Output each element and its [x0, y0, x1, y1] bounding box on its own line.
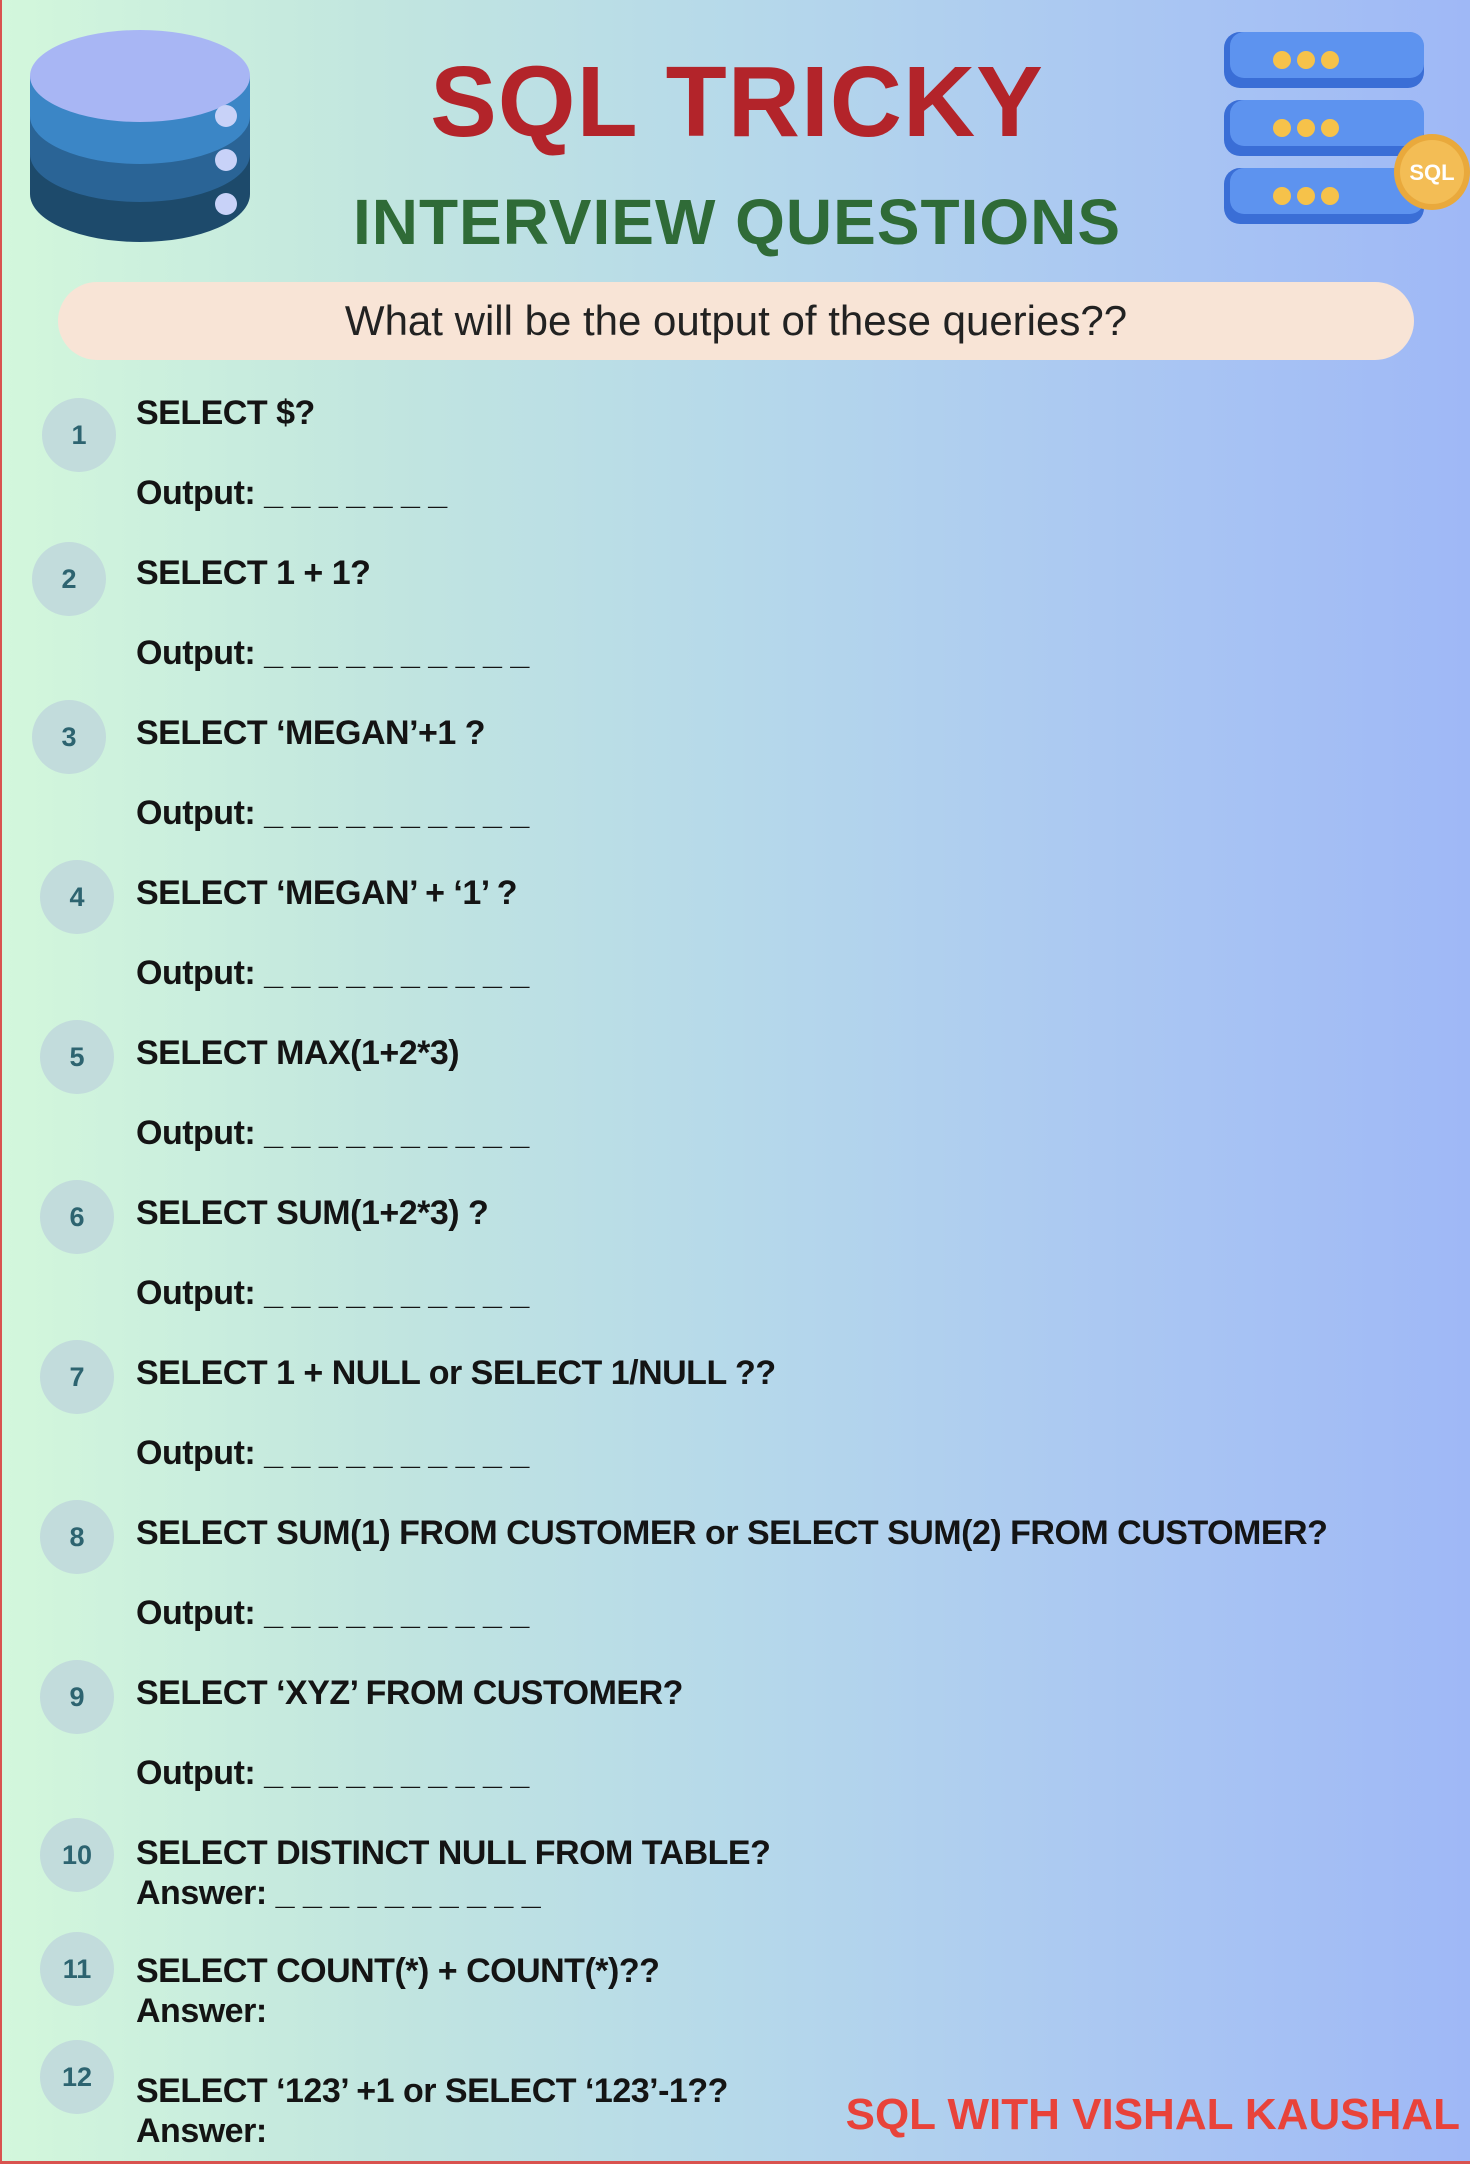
question-number: 9 [40, 1660, 114, 1734]
output-line: Output: _ _ _ _ _ _ _ [136, 474, 447, 512]
output-line: Output: _ _ _ _ _ _ _ _ _ _ [136, 1274, 529, 1312]
question-number: 2 [32, 542, 106, 616]
page-title: SQL TRICKY [430, 46, 1044, 158]
worksheet-page: SQL TRICKY INTERVIEW QUESTIONS SQL What … [0, 0, 1470, 2164]
sql-server-icon: SQL [1224, 32, 1470, 224]
question-query: SELECT DISTINCT NULL FROM TABLE? [136, 1834, 771, 1872]
question-query: SELECT MAX(1+2*3) [136, 1034, 460, 1072]
page-subtitle: INTERVIEW QUESTIONS [352, 186, 1122, 258]
question-number: 5 [40, 1020, 114, 1094]
output-line: Output: _ _ _ _ _ _ _ _ _ _ [136, 1594, 529, 1632]
output-line: Output: _ _ _ _ _ _ _ _ _ _ [136, 954, 529, 992]
question-query: SELECT ‘123’ +1 or SELECT ‘123’-1?? [136, 2072, 728, 2110]
question-number: 4 [40, 860, 114, 934]
question-query: SELECT COUNT(*) + COUNT(*)?? [136, 1952, 660, 1990]
question-query: SELECT ‘MEGAN’+1 ? [136, 714, 486, 752]
output-line: Output: _ _ _ _ _ _ _ _ _ _ [136, 1754, 529, 1792]
question-query: SELECT SUM(1) FROM CUSTOMER or SELECT SU… [136, 1514, 1328, 1552]
question-number: 11 [40, 1932, 114, 2006]
question-query: SELECT 1 + 1? [136, 554, 371, 592]
question-number: 10 [40, 1818, 114, 1892]
output-line: Output: _ _ _ _ _ _ _ _ _ _ [136, 1434, 529, 1472]
question-number: 6 [40, 1180, 114, 1254]
question-query: SELECT ‘MEGAN’ + ‘1’ ? [136, 874, 518, 912]
database-icon [30, 30, 250, 242]
question-query: SELECT $? [136, 394, 315, 432]
sql-badge-text: SQL [1409, 160, 1454, 185]
question-number: 1 [42, 398, 116, 472]
question-query: SELECT SUM(1+2*3) ? [136, 1194, 489, 1232]
answer-line: Answer: _ _ _ _ _ _ _ _ _ _ [136, 1874, 541, 1912]
question-number: 7 [40, 1340, 114, 1414]
question-query: SELECT 1 + NULL or SELECT 1/NULL ?? [136, 1354, 776, 1392]
output-line: Output: _ _ _ _ _ _ _ _ _ _ [136, 1114, 529, 1152]
question-banner: What will be the output of these queries… [58, 282, 1414, 360]
answer-line: Answer: [136, 1992, 267, 2030]
question-query: SELECT ‘XYZ’ FROM CUSTOMER? [136, 1674, 683, 1712]
question-number: 12 [40, 2040, 114, 2114]
question-number: 8 [40, 1500, 114, 1574]
question-number: 3 [32, 700, 106, 774]
output-line: Output: _ _ _ _ _ _ _ _ _ _ [136, 634, 529, 672]
author-credit: SQL WITH VISHAL KAUSHAL [845, 2090, 1460, 2139]
answer-line: Answer: [136, 2112, 267, 2150]
output-line: Output: _ _ _ _ _ _ _ _ _ _ [136, 794, 529, 832]
